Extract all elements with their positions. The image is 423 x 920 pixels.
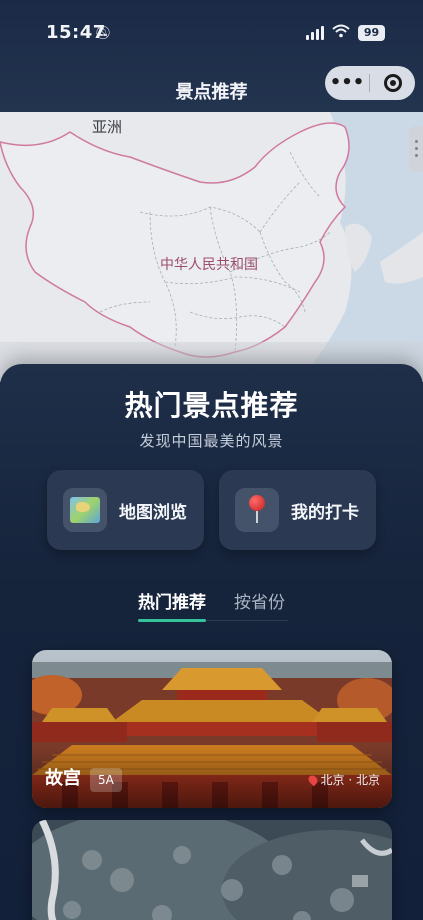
my-checkin-label: 我的打卡 — [291, 502, 359, 523]
bell-slash-icon: 🔕︎ — [95, 26, 112, 41]
map-side-handle[interactable] — [409, 126, 423, 172]
country-label: 中华人民共和国 — [160, 257, 258, 273]
category-tabs: 热门推荐 按省份 — [0, 588, 423, 628]
map-icon — [63, 488, 107, 532]
top-header: 15:47 🔕︎ 99 景点推荐 ••• — [0, 0, 423, 112]
recommend-panel: 热门景点推荐 发现中国最美的风景 地图浏览 我的打卡 热门推荐 按省份 故宫 5… — [0, 364, 423, 920]
attraction-name: 故宫 — [45, 768, 81, 789]
battery-indicator: 99 — [358, 25, 385, 41]
target-circle-icon[interactable] — [370, 74, 415, 92]
map-browse-label: 地图浏览 — [119, 502, 187, 523]
pushpin-icon — [235, 488, 279, 532]
china-map[interactable]: 亚洲 中华人民共和国 — [0, 112, 423, 382]
tab-by-province[interactable]: 按省份 — [234, 588, 285, 613]
attraction-location-text: 北京 · 北京 — [320, 773, 380, 787]
attraction-photo — [32, 820, 392, 920]
panel-subtitle: 发现中国最美的风景 — [139, 432, 284, 450]
attraction-grade-badge: 5A — [90, 768, 122, 792]
map-browse-button[interactable]: 地图浏览 — [47, 470, 204, 550]
status-indicators: 99 — [306, 24, 385, 42]
more-dots-icon[interactable]: ••• — [325, 66, 369, 100]
wifi-icon — [332, 24, 350, 42]
panel-title: 热门景点推荐 — [124, 389, 299, 422]
attraction-card[interactable]: 故宫 5A 北京 · 北京 — [32, 650, 392, 808]
tab-hot-recommend[interactable]: 热门推荐 — [138, 588, 206, 613]
attraction-location: 北京 · 北京 — [306, 771, 380, 788]
continent-label: 亚洲 — [92, 118, 123, 136]
attraction-card[interactable] — [32, 820, 392, 920]
miniprogram-capsule: ••• — [325, 66, 415, 100]
app-screen: 15:47 🔕︎ 99 景点推荐 ••• 亚洲 中华人民共和国 热门景点推荐 发… — [0, 0, 423, 920]
map-shapes — [0, 112, 423, 382]
active-tab-indicator — [138, 619, 206, 622]
location-pin-icon — [306, 773, 319, 786]
cellular-signal-icon — [306, 26, 324, 40]
my-checkin-button[interactable]: 我的打卡 — [219, 470, 376, 550]
